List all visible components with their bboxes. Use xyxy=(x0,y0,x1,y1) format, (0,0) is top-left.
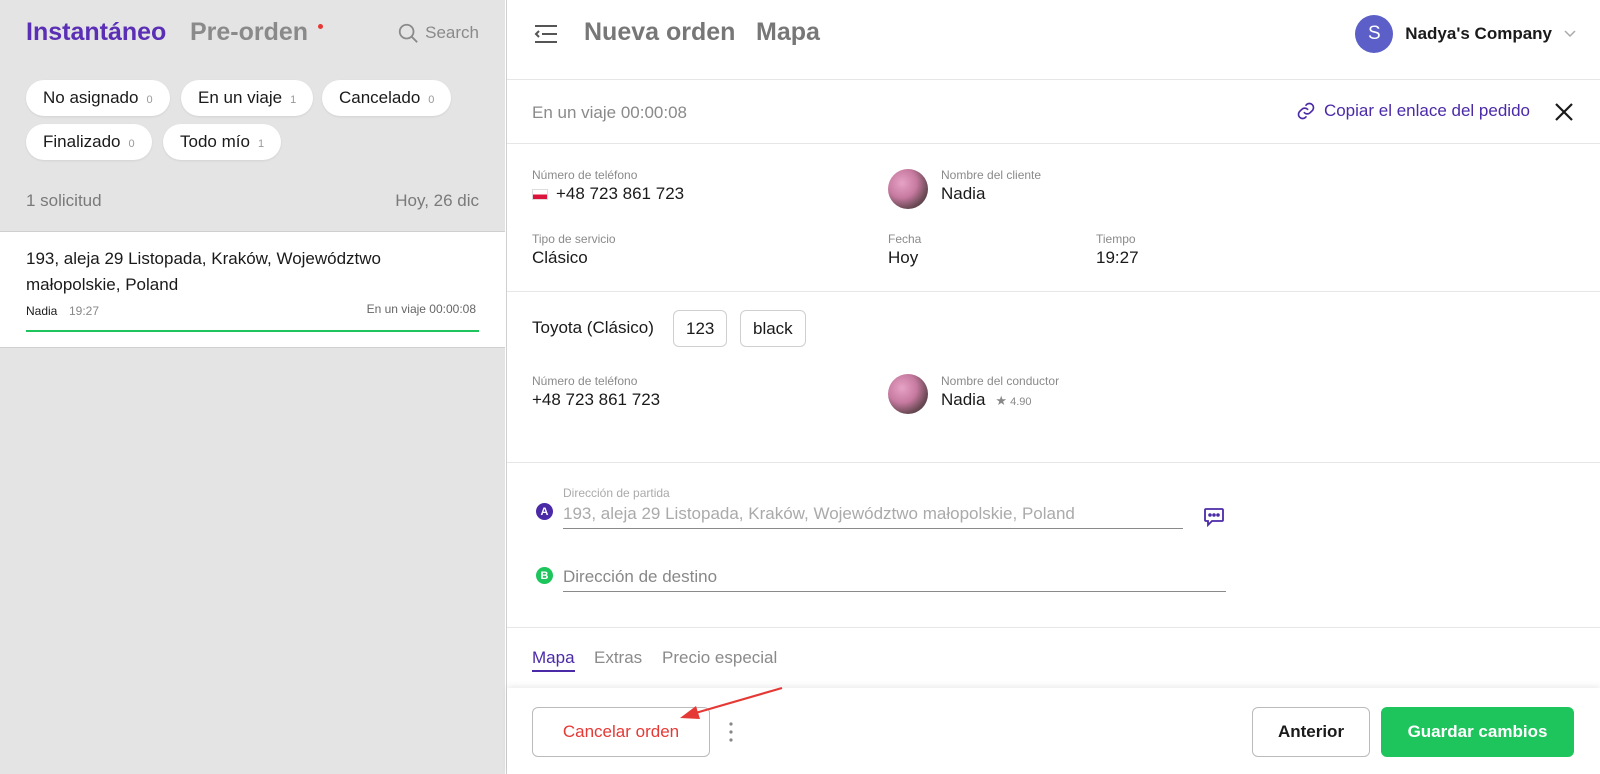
tab-extras[interactable]: Extras xyxy=(594,648,642,668)
client-section: Número de teléfono +48 723 861 723 Nombr… xyxy=(507,144,1600,292)
driver-rating: 4.90 xyxy=(1010,396,1032,408)
order-address: 193, aleja 29 Listopada, Kraków, Wojewód… xyxy=(26,249,382,294)
filter-cancelled[interactable]: Cancelado 0 xyxy=(322,80,452,116)
date-label: Fecha xyxy=(888,232,922,246)
chip-label: Todo mío xyxy=(180,132,250,151)
cancel-order-button[interactable]: Cancelar orden xyxy=(532,707,710,757)
chip-label: Finalizado xyxy=(43,132,121,151)
close-icon[interactable] xyxy=(1552,100,1576,124)
comment-icon[interactable] xyxy=(1203,507,1225,527)
collapse-menu-icon[interactable] xyxy=(533,22,559,46)
search-icon xyxy=(398,23,418,43)
order-client-name: Nadia xyxy=(26,304,58,318)
service-type: Clásico xyxy=(532,248,588,267)
chevron-down-icon xyxy=(1564,30,1576,38)
filter-unassigned[interactable]: No asignado 0 xyxy=(26,80,170,116)
order-card[interactable]: 193, aleja 29 Listopada, Kraków, Wojewód… xyxy=(0,231,505,348)
client-phone-value: +48 723 861 723 xyxy=(556,184,685,203)
filter-all-mine[interactable]: Todo mío 1 xyxy=(163,124,282,160)
poland-flag-icon xyxy=(532,189,548,201)
link-icon xyxy=(1297,102,1315,120)
filter-on-trip[interactable]: En un viaje 1 xyxy=(181,80,314,116)
company-name: Nadya's Company xyxy=(1405,24,1552,43)
orders-header: Instantáneo Pre-orden Search xyxy=(26,18,479,54)
tab-new-order[interactable]: Nueva orden xyxy=(584,18,735,47)
plate-badge: 123 xyxy=(673,310,728,347)
tab-special-price[interactable]: Precio especial xyxy=(662,648,777,668)
copy-link-label: Copiar el enlace del pedido xyxy=(1323,101,1530,120)
notification-dot xyxy=(318,24,323,29)
chip-count: 0 xyxy=(128,138,135,150)
chip-count: 0 xyxy=(428,94,435,106)
chip-label: Cancelado xyxy=(339,88,421,107)
service-type-label: Tipo de servicio xyxy=(532,232,616,246)
address-section: A Dirección de partida B xyxy=(507,463,1600,628)
search-button[interactable]: Search xyxy=(397,22,479,44)
driver-name-value: Nadia xyxy=(941,390,986,409)
request-date: Hoy, 26 dic xyxy=(395,191,479,210)
save-changes-button[interactable]: Guardar cambios xyxy=(1381,707,1574,757)
action-footer: Cancelar orden Anterior Guardar cambios xyxy=(507,688,1600,774)
search-label: Search xyxy=(425,23,479,42)
order-time: 19:27 xyxy=(69,304,100,318)
copy-order-link[interactable]: Copiar el enlace del pedido xyxy=(1296,101,1530,121)
trip-status: En un viaje 00:00:08 xyxy=(532,103,688,122)
car-name: Toyota (Clásico) xyxy=(532,318,654,337)
top-bar: Nueva orden Mapa S Nadya's Company xyxy=(507,0,1600,80)
filter-finished[interactable]: Finalizado 0 xyxy=(26,124,152,160)
client-phone: +48 723 861 723 xyxy=(532,184,684,204)
company-switcher[interactable]: S Nadya's Company xyxy=(1355,15,1576,53)
point-a-icon: A xyxy=(536,503,553,520)
driver-avatar xyxy=(888,374,928,414)
order-progress-bar xyxy=(26,330,479,332)
chip-count: 1 xyxy=(290,94,297,106)
orders-panel: Instantáneo Pre-orden Search No asignado… xyxy=(0,0,505,774)
previous-button[interactable]: Anterior xyxy=(1252,707,1370,757)
car-color-badge: black xyxy=(740,310,806,347)
tab-preorder[interactable]: Pre-orden xyxy=(190,18,308,47)
pickup-address-field[interactable] xyxy=(563,499,1183,529)
client-phone-label: Número de teléfono xyxy=(532,168,638,182)
chip-count: 0 xyxy=(146,94,153,106)
pickup-label: Dirección de partida xyxy=(563,486,670,500)
more-options-icon[interactable] xyxy=(727,720,735,744)
trip-status-row: En un viaje 00:00:08 Copiar el enlace de… xyxy=(507,80,1600,144)
point-b-icon: B xyxy=(536,567,553,584)
tab-map-view[interactable]: Mapa xyxy=(532,648,575,672)
order-status: En un viaje 00:00:08 xyxy=(366,302,476,316)
detail-tabs: Mapa Extras Precio especial xyxy=(507,628,1600,688)
client-name-label: Nombre del cliente xyxy=(941,168,1042,182)
client-name: Nadia xyxy=(941,184,986,203)
driver-phone-label: Número de teléfono xyxy=(532,374,638,388)
order-detail-panel: Nueva orden Mapa S Nadya's Company En un… xyxy=(506,0,1600,774)
time-value: 19:27 xyxy=(1096,248,1139,267)
request-count: 1 solicitud xyxy=(26,191,102,210)
tab-map[interactable]: Mapa xyxy=(756,18,820,47)
driver-name-label: Nombre del conductor xyxy=(941,374,1060,388)
tab-instant[interactable]: Instantáneo xyxy=(26,18,166,47)
chip-label: En un viaje xyxy=(198,88,283,107)
chip-label: No asignado xyxy=(43,88,139,107)
chip-count: 1 xyxy=(257,138,265,150)
driver-phone: +48 723 861 723 xyxy=(532,390,661,409)
avatar: S xyxy=(1355,15,1394,53)
driver-name: Nadia ★ 4.90 xyxy=(941,390,1032,410)
time-label: Tiempo xyxy=(1096,232,1136,246)
star-icon: ★ xyxy=(995,393,1008,408)
vehicle-section: Toyota (Clásico) 123 black Número de tel… xyxy=(507,292,1600,463)
destination-address-field[interactable] xyxy=(563,562,1226,592)
client-avatar xyxy=(888,169,928,209)
date-value: Hoy xyxy=(888,248,919,267)
